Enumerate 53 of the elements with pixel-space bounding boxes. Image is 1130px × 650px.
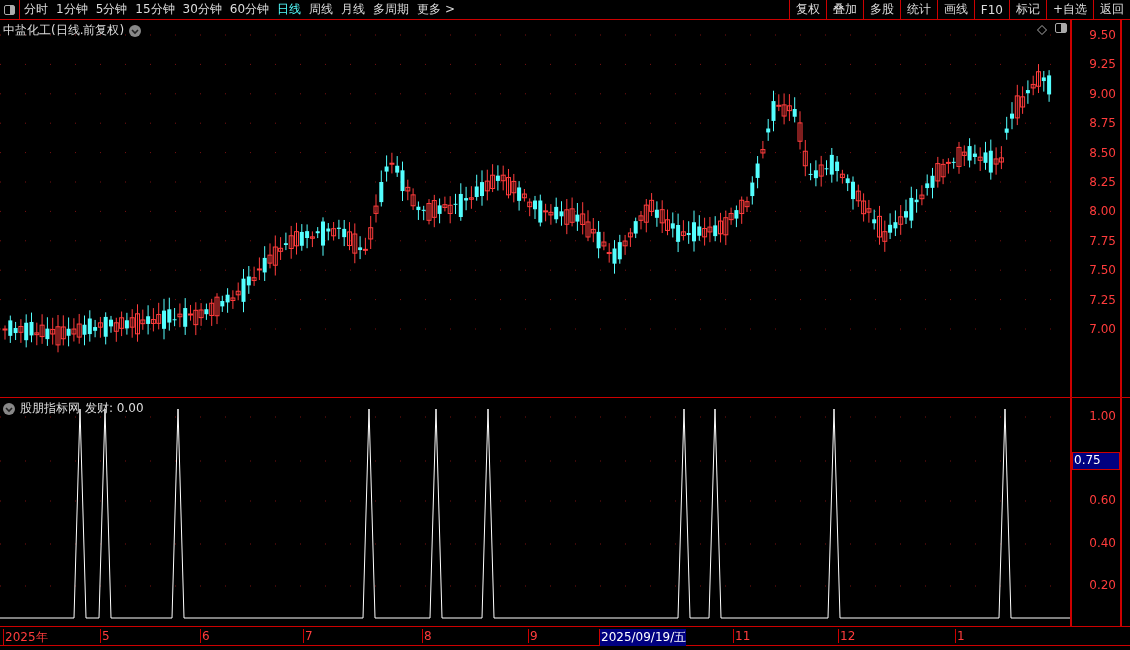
value-label: 0.60 (1089, 493, 1116, 507)
period-tab[interactable]: 30分钟 (178, 0, 226, 19)
value-label: 0.20 (1089, 578, 1116, 592)
chart-title: 中盐化工(日线.前复权) (3, 22, 125, 39)
date-label: 5 (100, 629, 110, 643)
date-label: 8 (422, 629, 432, 643)
chevron-icon[interactable] (129, 24, 142, 37)
period-tab[interactable]: 月线 (337, 0, 370, 19)
price-label: 7.75 (1088, 232, 1117, 250)
period-tab[interactable]: 日线 (273, 0, 306, 19)
toolbar-button[interactable]: 复权 (788, 0, 826, 19)
toolbar-button[interactable]: 返回 (1093, 0, 1130, 19)
period-tab[interactable]: 分时 (20, 0, 52, 19)
indicator-name: 股朋指标网 (20, 400, 80, 417)
price-label: 8.00 (1088, 203, 1117, 221)
price-label: 8.75 (1088, 115, 1117, 133)
toolbar-button[interactable]: 多股 (862, 0, 900, 19)
value-label: 1.00 (1089, 409, 1116, 423)
date-label: 12 (838, 629, 856, 643)
toolbar-button[interactable]: F10 (973, 0, 1009, 19)
period-tab[interactable]: 60分钟 (225, 0, 274, 19)
period-tab[interactable]: 更多 > (413, 0, 459, 19)
price-label: 7.00 (1088, 320, 1117, 338)
period-tab[interactable]: 1分钟 (52, 0, 92, 19)
date-label: 11 (733, 629, 751, 643)
date-label: 1 (955, 629, 965, 643)
period-tab[interactable]: 5分钟 (91, 0, 132, 19)
toolbar-button[interactable]: 画线 (936, 0, 974, 19)
period-tab[interactable]: 周线 (305, 0, 338, 19)
diamond-icon[interactable] (1037, 25, 1047, 35)
indicator-reading: 发财: 0.00 (85, 400, 144, 417)
toolbar-button[interactable]: +自选 (1045, 0, 1093, 19)
price-label: 9.50 (1088, 27, 1117, 44)
toolbar-button[interactable]: 统计 (899, 0, 937, 19)
price-label: 9.00 (1088, 85, 1117, 103)
date-label: 7 (303, 629, 313, 643)
price-label: 7.50 (1088, 262, 1117, 280)
panel-toggle-icon[interactable] (1055, 23, 1067, 33)
date-label: 2025/09/19/五 (599, 629, 687, 646)
value-label: 0.40 (1089, 536, 1116, 550)
price-label: 8.25 (1088, 173, 1117, 191)
price-label: 7.25 (1088, 291, 1117, 309)
cursor-value: 0.75 (1072, 452, 1120, 470)
toolbar-button[interactable]: 叠加 (825, 0, 863, 19)
date-label: 9 (528, 629, 538, 643)
price-label: 8.50 (1088, 144, 1117, 162)
toolbar-button[interactable]: 标记 (1008, 0, 1046, 19)
period-tab[interactable]: 多周期 (369, 0, 414, 19)
chevron-icon[interactable] (3, 402, 15, 415)
date-label: 2025年 (3, 629, 48, 646)
period-tab[interactable]: 15分钟 (131, 0, 179, 19)
date-label: 6 (200, 629, 210, 643)
price-label: 9.25 (1088, 56, 1117, 74)
